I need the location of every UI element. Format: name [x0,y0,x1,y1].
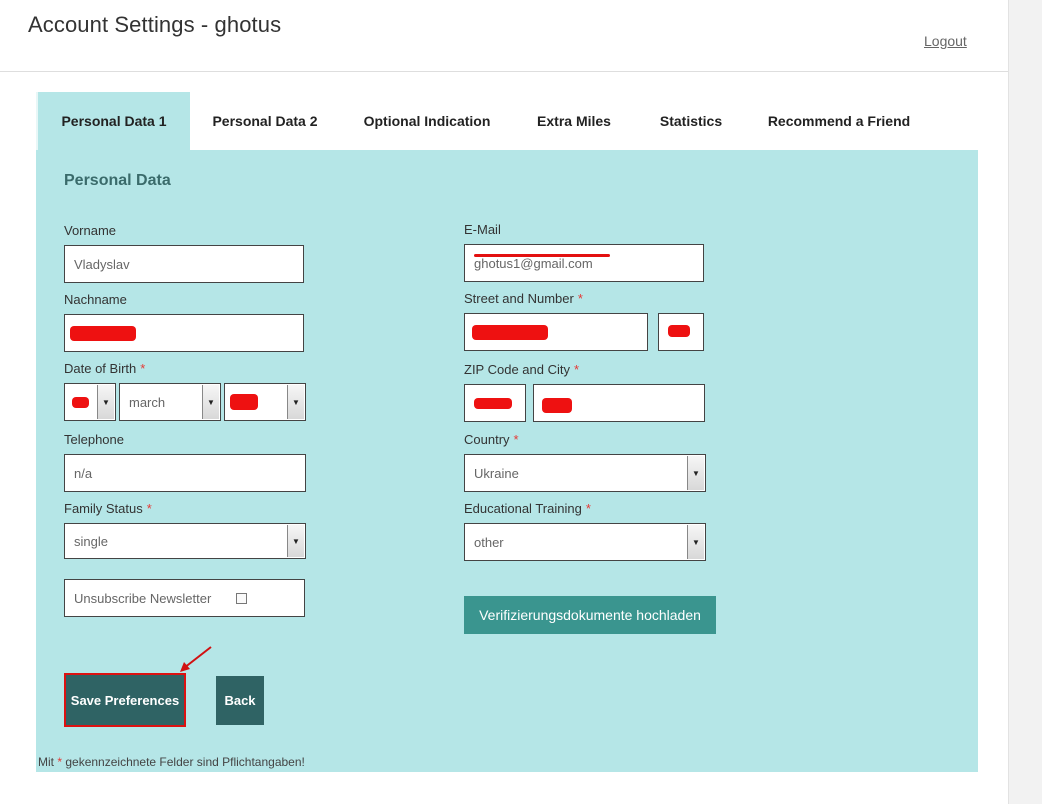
chevron-down-icon: ▼ [687,525,704,559]
newsletter-label: Unsubscribe Newsletter [74,590,212,606]
tab-personal-data-1[interactable]: Personal Data 1 [36,92,190,150]
page-title: Account Settings - ghotus [28,12,282,37]
chevron-down-icon: ▼ [202,385,219,419]
telephone-label: Telephone [64,432,124,447]
tab-statistics[interactable]: Statistics [652,92,730,150]
telephone-value: n/a [74,465,93,481]
vorname-label: Vorname [64,223,117,238]
email-label: E-Mail [464,222,501,237]
arrow-annotation-icon [180,646,212,672]
newsletter-checkbox[interactable] [236,593,247,604]
country-select[interactable]: Ukraine ▼ [464,454,706,492]
dob-label: Date of Birth * [64,361,146,376]
email-input[interactable]: ghotus1@gmail.com [464,244,704,282]
street-label: Street and Number * [464,291,583,306]
section-title: Personal Data [64,172,171,189]
tab-optional-indication[interactable]: Optional Indication [358,92,496,150]
required-fields-note: Mit * gekennzeichnete Felder sind Pflich… [38,755,305,769]
tab-personal-data-2[interactable]: Personal Data 2 [206,92,324,150]
chevron-down-icon: ▼ [287,385,304,419]
newsletter-box: Unsubscribe Newsletter [64,579,305,617]
header-divider [0,71,1008,72]
email-strike-annotation [474,254,610,257]
email-value: ghotus1@gmail.com [474,255,593,271]
tab-recommend-a-friend[interactable]: Recommend a Friend [764,92,914,150]
dob-month-value: march [129,394,166,410]
dob-month-select[interactable]: march ▼ [119,383,221,421]
street-redaction [472,325,548,340]
page-scroll-area [1008,0,1042,804]
family-status-label: Family Status * [64,501,152,516]
family-status-value: single [74,533,108,549]
back-button[interactable]: Back [216,676,264,725]
upload-documents-button[interactable]: Verifizierungsdokumente hochladen [464,596,716,634]
tab-bar: Personal Data 1 Personal Data 2 Optional… [36,92,978,150]
education-label: Educational Training * [464,501,591,516]
vorname-input[interactable]: Vladyslav [64,245,304,283]
nachname-label: Nachname [64,292,127,307]
country-value: Ukraine [474,465,519,481]
house-number-redaction [668,325,690,337]
zip-redaction [474,398,512,409]
logout-link[interactable]: Logout [924,33,967,49]
family-status-select[interactable]: single ▼ [64,523,306,559]
zip-city-label: ZIP Code and City * [464,362,580,377]
nachname-redaction [70,326,136,341]
vorname-value: Vladyslav [74,256,130,272]
city-redaction [542,398,572,413]
tab-extra-miles[interactable]: Extra Miles [530,92,618,150]
chevron-down-icon: ▼ [287,525,304,557]
country-label: Country * [464,432,519,447]
dob-year-redaction [230,394,258,410]
save-highlight-annotation [64,673,186,727]
dob-day-redaction [72,397,89,408]
telephone-input[interactable]: n/a [64,454,306,492]
chevron-down-icon: ▼ [687,456,704,490]
chevron-down-icon: ▼ [97,385,114,419]
education-select[interactable]: other ▼ [464,523,706,561]
education-value: other [474,534,504,550]
